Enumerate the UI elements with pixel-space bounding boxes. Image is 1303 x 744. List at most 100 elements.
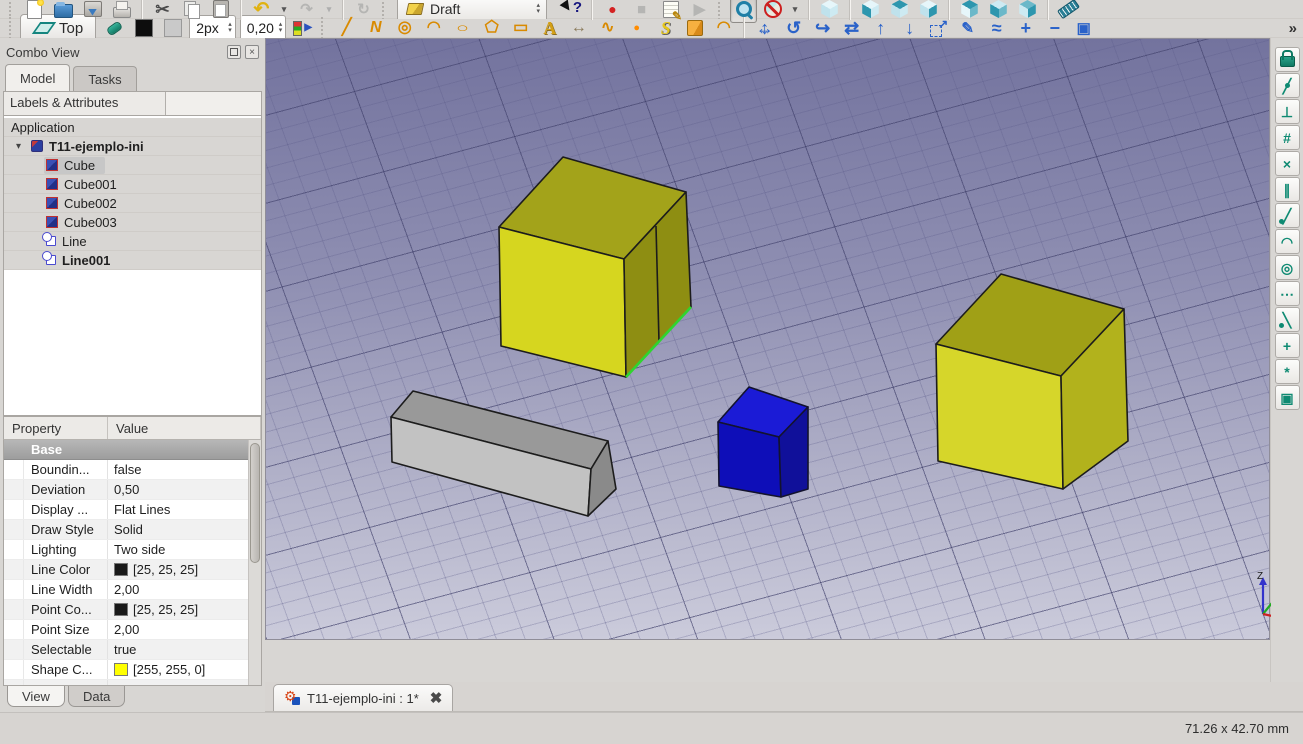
button-icon: A <box>539 18 560 39</box>
property-value[interactable]: Two side <box>108 542 248 557</box>
property-value[interactable]: 0 <box>108 682 248 686</box>
tab-data[interactable]: Data <box>68 686 125 707</box>
button-icon: ◠ <box>423 18 444 39</box>
snap-perpendicular-button[interactable]: ⊥ <box>1275 99 1300 124</box>
property-name: Draw Style <box>4 520 108 539</box>
property-value[interactable]: true <box>108 642 248 657</box>
paste-button[interactable] <box>207 0 234 23</box>
property-value-text: [25, 25, 25] <box>133 602 198 617</box>
yellow-cube-right[interactable] <box>936 274 1128 489</box>
tree-item-cube[interactable]: Cube <box>4 156 261 175</box>
property-row-lighting[interactable]: Lighting Two side <box>4 540 248 560</box>
close-tab-icon[interactable]: ✖ <box>430 689 443 707</box>
toolbar-handle[interactable] <box>9 17 16 39</box>
property-value-text: [25, 25, 25] <box>133 562 198 577</box>
expander-icon[interactable]: ▾ <box>16 141 29 152</box>
snap-angle-button[interactable]: ◠ <box>1275 229 1300 254</box>
property-name: Point Co... <box>4 600 108 619</box>
tree-item-selection: Line001 <box>44 252 120 269</box>
toolbar-separator <box>743 17 745 39</box>
scrollbar-thumb[interactable] <box>250 443 260 563</box>
snap-center-button[interactable]: ◎ <box>1275 255 1300 280</box>
property-row-draw-style[interactable]: Draw Style Solid <box>4 520 248 540</box>
tree-item-application[interactable]: Application <box>4 118 261 137</box>
property-value[interactable]: 0,50 <box>108 482 248 497</box>
property-row-base[interactable]: Base <box>4 440 248 460</box>
property-row-point-size[interactable]: Point Size 2,00 <box>4 620 248 640</box>
tree-item-icon <box>46 216 58 228</box>
spinner-arrows[interactable]: ▴▾ <box>228 22 232 35</box>
tab-label: Tasks <box>88 72 121 87</box>
property-row-selectable[interactable]: Selectable true <box>4 640 248 660</box>
value-column-header[interactable]: Value <box>108 417 261 439</box>
property-row-line-width[interactable]: Line Width 2,00 <box>4 580 248 600</box>
tree-item-line[interactable]: Line <box>4 232 261 251</box>
property-row-deviation[interactable]: Deviation 0,50 <box>4 480 248 500</box>
tree-item-cube002[interactable]: Cube002 <box>4 194 261 213</box>
property-value[interactable]: [25, 25, 25] <box>108 602 248 617</box>
document-tab[interactable]: T11-ejemplo-ini : 1* ✖ <box>273 684 453 711</box>
property-value[interactable]: 2,00 <box>108 622 248 637</box>
property-row-transparency[interactable]: Tr... 0 <box>4 680 248 686</box>
tab-model[interactable]: Model <box>5 64 70 91</box>
button-icon: ↺ <box>783 18 804 39</box>
tree-item-label: T11-ejemplo-ini <box>49 139 144 154</box>
tree-item-icon <box>31 140 43 152</box>
property-row-display-mode[interactable]: Display ... Flat Lines <box>4 500 248 520</box>
snap-ortho-button[interactable]: + <box>1275 333 1300 358</box>
snap-grid-button[interactable]: # <box>1275 125 1300 150</box>
undo-button[interactable]: ↶ <box>248 0 275 23</box>
3d-viewport[interactable]: Z Y X <box>265 38 1270 640</box>
spinner-arrows[interactable]: ▴▾ <box>279 22 283 35</box>
button-icon: ↶ <box>251 0 272 20</box>
dock-close-button[interactable]: × <box>245 45 259 59</box>
property-value[interactable]: [255, 255, 0] <box>108 662 248 677</box>
button-icon: ▣ <box>1277 387 1298 408</box>
property-value[interactable]: 2,00 <box>108 582 248 597</box>
snap-extension-button[interactable]: ⋯ <box>1275 281 1300 306</box>
button-icon: ● <box>626 18 647 39</box>
property-row-point-color[interactable]: Point Co... [25, 25, 25] <box>4 600 248 620</box>
snap-parallel-button[interactable]: ∥ <box>1275 177 1300 202</box>
property-column-header[interactable]: Property <box>4 417 108 439</box>
tree-item-cube001[interactable]: Cube001 <box>4 175 261 194</box>
toolbar-overflow-button[interactable]: » <box>1289 20 1299 37</box>
line-color-swatch-button[interactable] <box>130 14 157 42</box>
face-color-swatch-button[interactable] <box>159 14 186 42</box>
tab-view[interactable]: View <box>7 686 65 707</box>
snap-special-button[interactable]: * <box>1275 359 1300 384</box>
button-icon: ✎ <box>957 18 978 39</box>
snap-intersection-button[interactable]: × <box>1275 151 1300 176</box>
property-row-bounding-box[interactable]: Boundin... false <box>4 460 248 480</box>
property-row-shape-color[interactable]: Shape C... [255, 255, 0] <box>4 660 248 680</box>
property-row-line-color[interactable]: Line Color [25, 25, 25] <box>4 560 248 580</box>
property-value[interactable]: Solid <box>108 522 248 537</box>
tree-item-selection: Cube <box>44 157 105 174</box>
snap-lock-button[interactable] <box>1275 47 1300 72</box>
property-value[interactable]: false <box>108 462 248 477</box>
property-value[interactable]: Flat Lines <box>108 502 248 517</box>
construction-mode-button[interactable] <box>101 14 128 42</box>
yellow-cube-pair[interactable] <box>499 157 691 377</box>
line-color-icon <box>133 18 154 39</box>
snap-workingplane-button[interactable]: ▣ <box>1275 385 1300 410</box>
dock-float-button[interactable] <box>227 45 241 59</box>
snap-midpoint-button[interactable]: ╱ <box>1275 73 1300 98</box>
property-scrollbar[interactable] <box>248 440 261 685</box>
tab-tasks[interactable]: Tasks <box>73 66 136 91</box>
snap-near-button[interactable]: ╲ <box>1275 307 1300 332</box>
button-icon: ↓ <box>899 18 920 39</box>
property-name: Display ... <box>4 500 108 519</box>
snap-endpoint-button[interactable]: ╱ <box>1275 203 1300 228</box>
open-document-button[interactable] <box>50 0 77 23</box>
tree-item-icon <box>46 178 58 190</box>
tree-item-cube003[interactable]: Cube003 <box>4 213 261 232</box>
blue-cube[interactable] <box>718 387 808 497</box>
tree-item-line001[interactable]: Line001 <box>4 251 261 270</box>
draft-snap-toolbar: ╱⊥#×∥╱◠◎⋯╲+*▣ <box>1270 38 1303 682</box>
tree-item-document[interactable]: ▾ T11-ejemplo-ini <box>4 137 261 156</box>
button-icon: ↔ <box>568 18 589 39</box>
button-icon: * <box>1277 361 1298 382</box>
property-value[interactable]: [25, 25, 25] <box>108 562 248 577</box>
gray-box[interactable] <box>391 391 616 516</box>
